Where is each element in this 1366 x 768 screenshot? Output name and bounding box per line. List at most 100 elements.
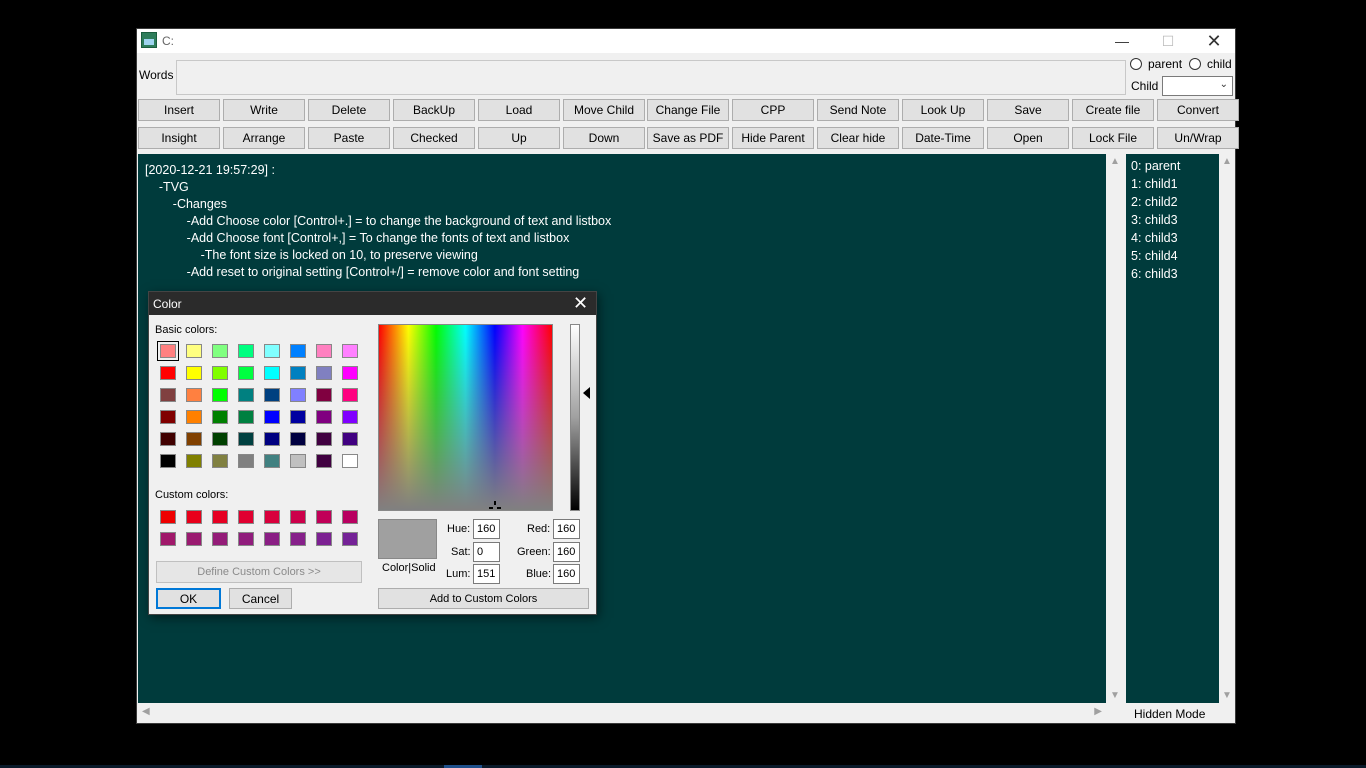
basic-color-swatch[interactable]	[212, 388, 228, 402]
basic-color-swatch[interactable]	[290, 410, 306, 424]
basic-color-swatch[interactable]	[160, 388, 176, 402]
list-item[interactable]: 3: child3	[1131, 211, 1219, 229]
ok-button[interactable]: OK	[156, 588, 221, 609]
custom-color-swatch[interactable]	[342, 532, 358, 546]
basic-color-swatch[interactable]	[316, 344, 332, 358]
arrange-button[interactable]: Arrange	[223, 127, 305, 149]
basic-color-swatch[interactable]	[212, 454, 228, 468]
custom-color-swatch[interactable]	[212, 510, 228, 524]
look-up-button[interactable]: Look Up	[902, 99, 984, 121]
basic-color-swatch[interactable]	[290, 454, 306, 468]
basic-color-swatch[interactable]	[290, 388, 306, 402]
custom-color-swatch[interactable]	[160, 532, 176, 546]
basic-color-swatch[interactable]	[316, 432, 332, 446]
basic-color-swatch[interactable]	[264, 366, 280, 380]
basic-color-swatch[interactable]	[212, 366, 228, 380]
basic-color-swatch[interactable]	[264, 388, 280, 402]
basic-color-swatch[interactable]	[342, 366, 358, 380]
basic-color-swatch[interactable]	[316, 388, 332, 402]
basic-color-swatch[interactable]	[212, 432, 228, 446]
basic-color-swatch[interactable]	[160, 432, 176, 446]
editor-vertical-scrollbar[interactable]: ▲ ▼	[1107, 154, 1123, 703]
sat-field[interactable]: 0	[473, 542, 500, 562]
list-item[interactable]: 1: child1	[1131, 175, 1219, 193]
parent-radio[interactable]: parent	[1130, 57, 1182, 71]
color-spectrum[interactable]	[378, 324, 553, 511]
basic-color-swatch[interactable]	[160, 410, 176, 424]
basic-color-swatch[interactable]	[264, 410, 280, 424]
move-child-button[interactable]: Move Child	[563, 99, 645, 121]
basic-color-swatch[interactable]	[316, 410, 332, 424]
save-as-pdf-button[interactable]: Save as PDF	[647, 127, 729, 149]
scroll-right-arrow-icon[interactable]: ▶	[1094, 706, 1102, 717]
close-icon[interactable]: ✕	[573, 293, 588, 314]
basic-color-swatch[interactable]	[342, 388, 358, 402]
custom-color-swatch[interactable]	[212, 532, 228, 546]
editor-horizontal-scrollbar[interactable]: ◀ ▶	[138, 705, 1106, 721]
custom-color-swatch[interactable]	[264, 532, 280, 546]
basic-color-swatch[interactable]	[264, 344, 280, 358]
basic-color-swatch[interactable]	[264, 454, 280, 468]
cpp-button[interactable]: CPP	[732, 99, 814, 121]
basic-color-swatch[interactable]	[342, 454, 358, 468]
basic-color-swatch[interactable]	[186, 388, 202, 402]
custom-color-swatch[interactable]	[186, 510, 202, 524]
down-button[interactable]: Down	[563, 127, 645, 149]
custom-color-swatch[interactable]	[186, 532, 202, 546]
scroll-down-arrow-icon[interactable]: ▼	[1222, 690, 1232, 701]
custom-color-swatch[interactable]	[342, 510, 358, 524]
add-to-custom-colors-button[interactable]: Add to Custom Colors	[378, 588, 589, 609]
lock-file-button[interactable]: Lock File	[1072, 127, 1154, 149]
open-button[interactable]: Open	[987, 127, 1069, 149]
child-radio-circle[interactable]	[1189, 58, 1201, 70]
change-file-button[interactable]: Change File	[647, 99, 729, 121]
custom-color-swatch[interactable]	[290, 510, 306, 524]
basic-color-swatch[interactable]	[342, 344, 358, 358]
save-button[interactable]: Save	[987, 99, 1069, 121]
blue-field[interactable]: 160	[553, 564, 580, 584]
custom-color-swatch[interactable]	[264, 510, 280, 524]
backup-button[interactable]: BackUp	[393, 99, 475, 121]
basic-color-swatch[interactable]	[342, 432, 358, 446]
basic-color-swatch[interactable]	[186, 454, 202, 468]
basic-color-swatch[interactable]	[264, 432, 280, 446]
basic-color-swatch[interactable]	[238, 366, 254, 380]
basic-color-swatch[interactable]	[160, 454, 176, 468]
basic-color-swatch[interactable]	[238, 454, 254, 468]
list-item[interactable]: 2: child2	[1131, 193, 1219, 211]
chevron-down-icon[interactable]: ⌄	[1220, 79, 1228, 90]
scroll-up-arrow-icon[interactable]: ▲	[1110, 156, 1120, 167]
child-select[interactable]: ⌄	[1162, 76, 1233, 96]
list-item[interactable]: 0: parent	[1131, 157, 1219, 175]
lum-field[interactable]: 151	[473, 564, 500, 584]
define-custom-colors-button[interactable]: Define Custom Colors >>	[156, 561, 362, 583]
insight-button[interactable]: Insight	[138, 127, 220, 149]
list-item[interactable]: 4: child3	[1131, 229, 1219, 247]
basic-color-swatch[interactable]	[186, 366, 202, 380]
basic-color-swatch[interactable]	[212, 344, 228, 358]
paste-button[interactable]: Paste	[308, 127, 390, 149]
insert-button[interactable]: Insert	[138, 99, 220, 121]
custom-color-swatch[interactable]	[238, 532, 254, 546]
basic-color-swatch[interactable]	[290, 432, 306, 446]
basic-color-swatch[interactable]	[238, 388, 254, 402]
basic-color-swatch[interactable]	[238, 410, 254, 424]
custom-color-swatch[interactable]	[316, 510, 332, 524]
basic-color-swatch[interactable]	[212, 410, 228, 424]
list-item[interactable]: 6: child3	[1131, 265, 1219, 283]
basic-color-swatch[interactable]	[186, 410, 202, 424]
basic-color-swatch[interactable]	[186, 432, 202, 446]
red-field[interactable]: 160	[553, 519, 580, 539]
write-button[interactable]: Write	[223, 99, 305, 121]
crosshair-icon[interactable]	[489, 501, 501, 511]
close-button[interactable]: ✕	[1191, 29, 1237, 53]
listbox-vertical-scrollbar[interactable]: ▲ ▼	[1219, 154, 1235, 703]
load-button[interactable]: Load	[478, 99, 560, 121]
checked-button[interactable]: Checked	[393, 127, 475, 149]
basic-color-swatch[interactable]	[290, 366, 306, 380]
create-file-button[interactable]: Create file	[1072, 99, 1154, 121]
parent-radio-circle[interactable]	[1130, 58, 1142, 70]
basic-color-swatch[interactable]	[160, 366, 176, 380]
date-time-button[interactable]: Date-Time	[902, 127, 984, 149]
custom-color-swatch[interactable]	[160, 510, 176, 524]
